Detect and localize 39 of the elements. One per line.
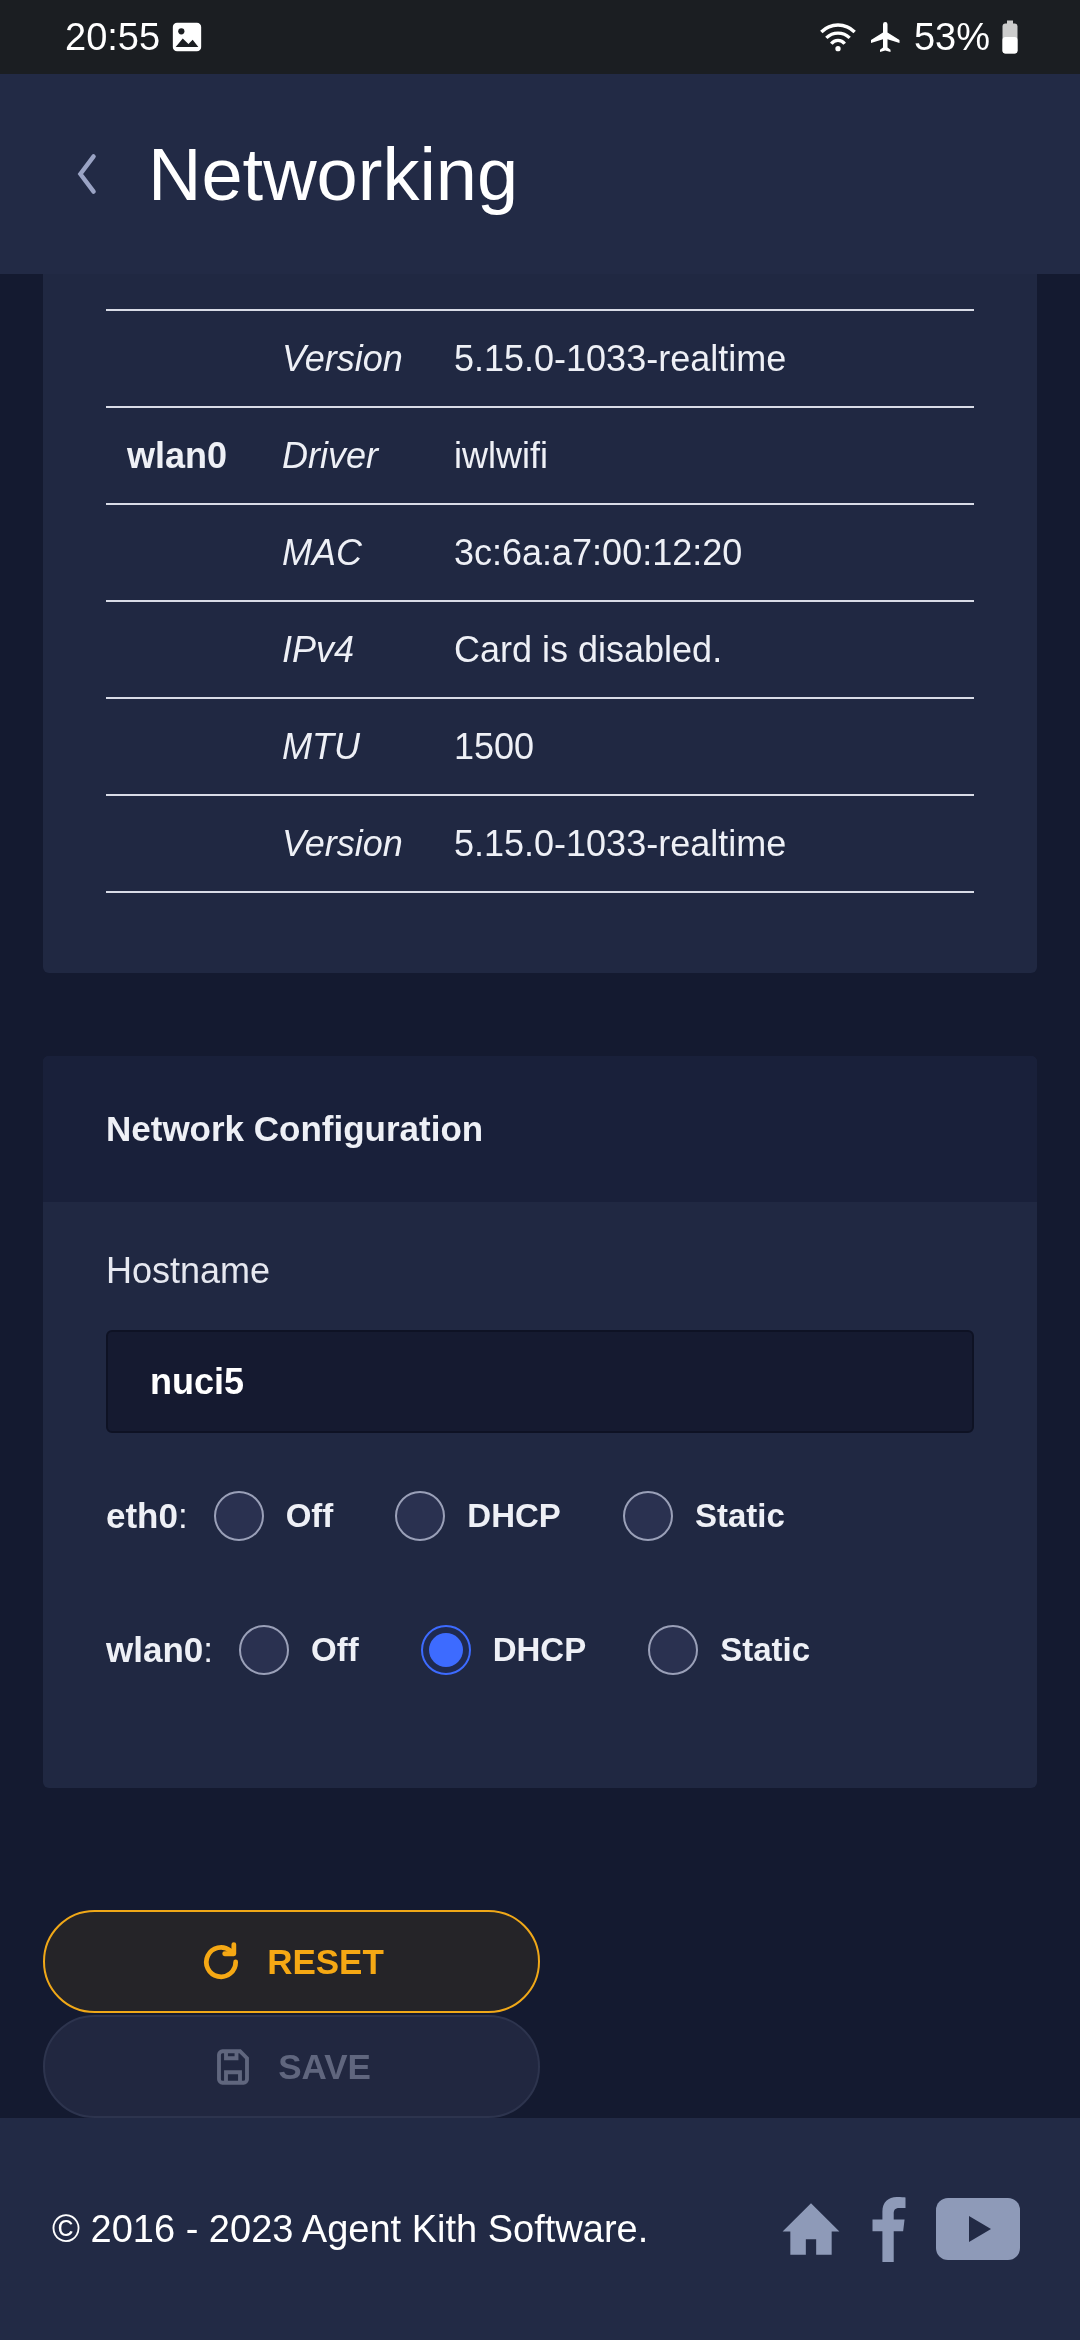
property-value: 5.15.0-1033-realtime (454, 337, 788, 380)
radio-label: DHCP (492, 1631, 587, 1669)
radio-label: Off (285, 1497, 334, 1535)
facebook-icon[interactable] (872, 2196, 906, 2262)
hostname-label: Hostname (106, 1250, 272, 1292)
battery-icon (1000, 19, 1020, 55)
radio-button[interactable] (395, 1491, 446, 1541)
property-label: Version (282, 822, 404, 865)
property-label: IPv4 (282, 628, 356, 671)
radio-button[interactable] (622, 1491, 673, 1541)
property-label: MTU (282, 725, 361, 768)
interface-name: wlan0 (126, 434, 229, 477)
copyright-text: © 2016 - 2023 Agent Kith Software. (52, 2207, 649, 2251)
radio-button[interactable] (239, 1625, 289, 1675)
radio-label: DHCP (467, 1497, 561, 1535)
property-label: MAC (282, 531, 363, 574)
radio-label: Static (694, 1497, 785, 1535)
property-value: Card is disabled. (454, 628, 724, 671)
interface-label: eth0: (106, 1496, 188, 1536)
property-label: Version (282, 337, 404, 380)
reset-button[interactable]: RESET (43, 1910, 540, 2013)
hostname-field[interactable]: nuci5 (106, 1330, 974, 1433)
interface-label: wlan0: (106, 1630, 213, 1670)
page-title: Networking (148, 131, 519, 217)
property-value: 5.15.0-1033-realtime (454, 822, 788, 865)
radio-button[interactable] (213, 1491, 264, 1541)
card-title: Network Configuration (106, 1109, 484, 1149)
property-label: Driver (282, 434, 380, 477)
property-value: 1500 (454, 725, 536, 768)
status-time: 20:55 (65, 15, 161, 59)
battery-percentage: 53% (913, 15, 990, 59)
radio-label: Off (311, 1631, 359, 1669)
radio-button[interactable] (420, 1625, 471, 1675)
property-value: 3c:6a:a7:00:12:20 (454, 531, 744, 574)
property-value: iwlwifi (454, 434, 549, 477)
video-play-icon[interactable] (936, 2198, 1020, 2260)
radio-label: Static (720, 1631, 811, 1669)
radio-button[interactable] (648, 1625, 699, 1675)
back-icon[interactable] (76, 152, 98, 196)
